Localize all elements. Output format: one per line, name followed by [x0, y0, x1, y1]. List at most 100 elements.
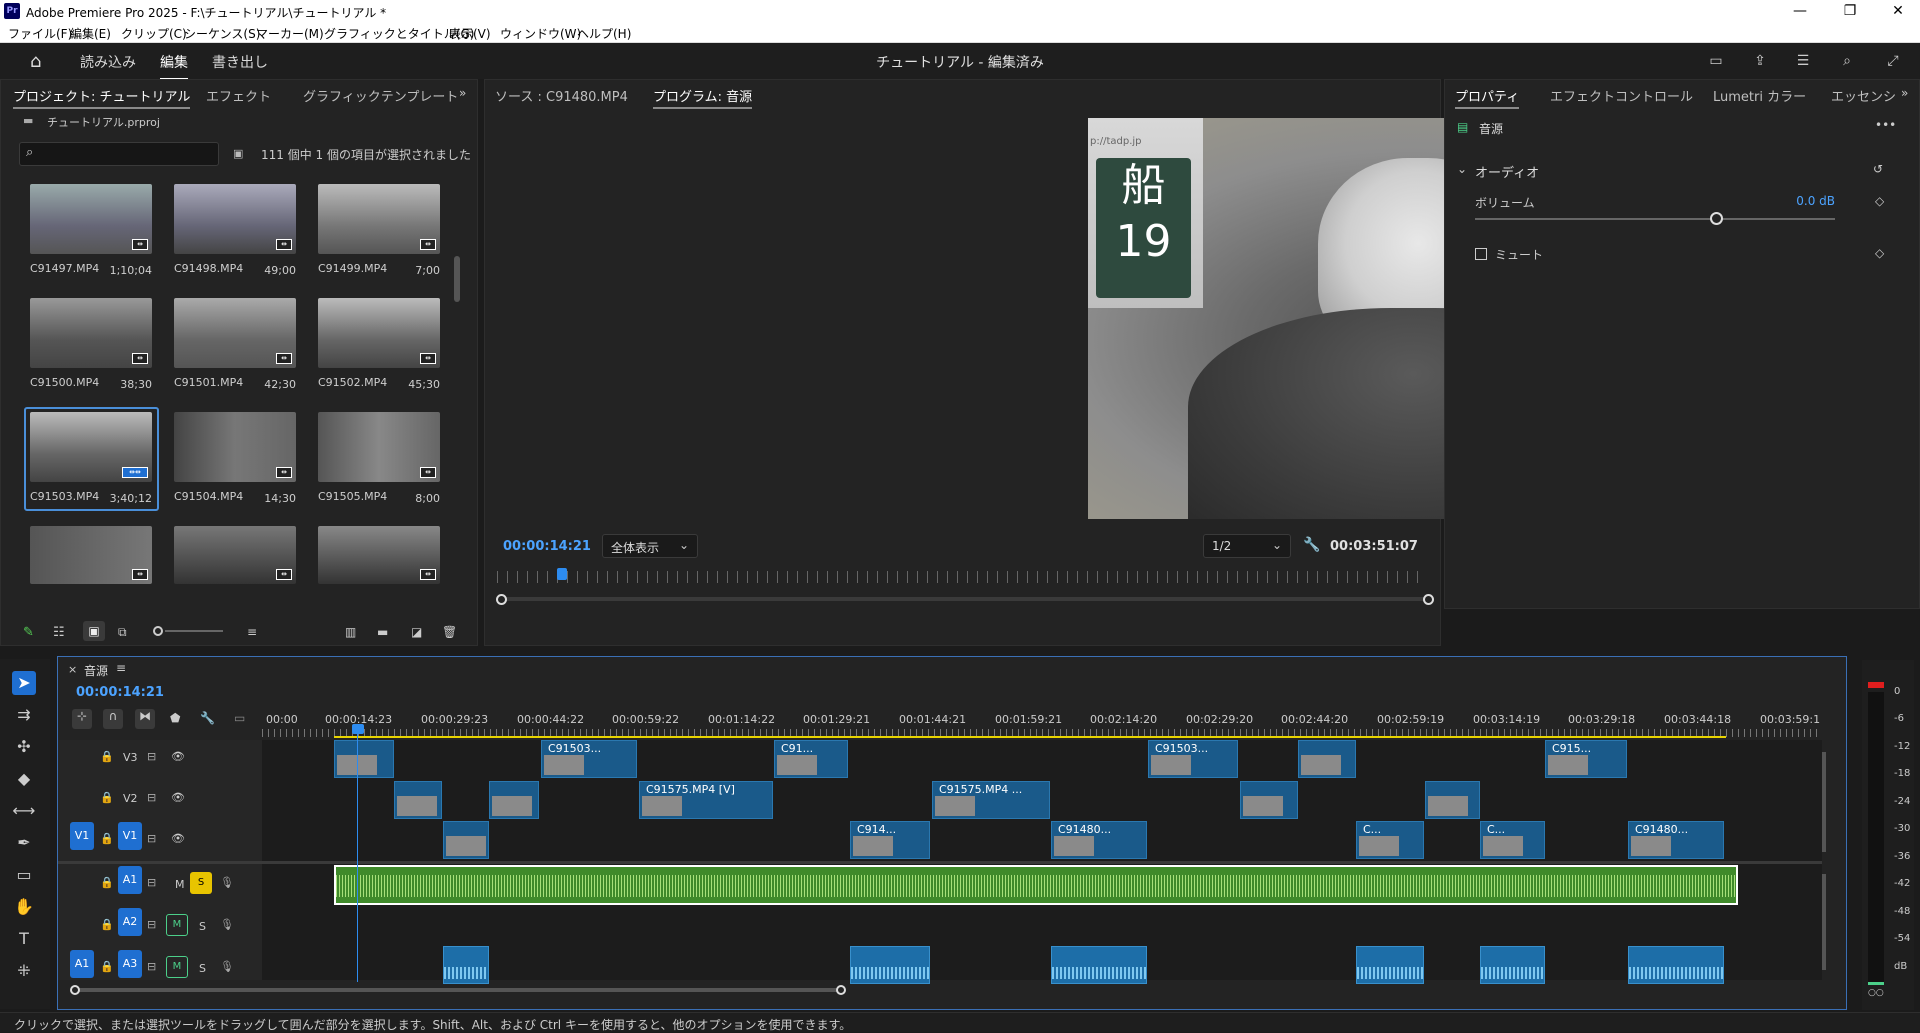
- menu-marker[interactable]: マーカー(M): [256, 25, 324, 42]
- clip-thumb[interactable]: ⇹: [318, 184, 440, 254]
- icon-view-icon[interactable]: ▣: [83, 621, 105, 641]
- lock-icon[interactable]: 🔒: [100, 791, 114, 804]
- timeline-playhead[interactable]: [352, 724, 364, 734]
- panel-menu-icon[interactable]: ≡: [116, 661, 126, 675]
- lock-icon[interactable]: 🔒: [100, 832, 114, 845]
- tab-effects[interactable]: エフェクト: [206, 86, 271, 105]
- video-vscrollbar[interactable]: [1822, 752, 1826, 852]
- more-tabs-icon[interactable]: »: [1901, 86, 1908, 100]
- tab-lumetri-color[interactable]: Lumetri カラー: [1713, 86, 1806, 105]
- eye-icon[interactable]: 👁: [171, 750, 185, 763]
- clip-thumb[interactable]: ⇹: [318, 412, 440, 482]
- clip-thumb[interactable]: ⇹: [30, 298, 152, 368]
- solo-track-button[interactable]: S: [199, 920, 206, 933]
- trash-icon[interactable]: 🗑: [442, 625, 457, 639]
- track-target-a2[interactable]: A2: [118, 908, 142, 936]
- solo-track-button[interactable]: S: [190, 872, 212, 894]
- more-options-icon[interactable]: •••: [1875, 118, 1896, 132]
- automate-icon[interactable]: ▥: [345, 625, 356, 639]
- track-target-a3[interactable]: A3: [118, 950, 142, 978]
- clip-a3[interactable]: [443, 946, 489, 984]
- selection-tool-icon[interactable]: ➤: [12, 671, 36, 695]
- pen-tool-icon[interactable]: ✒: [12, 831, 36, 855]
- clip-v3[interactable]: C91...: [774, 740, 848, 778]
- clip-v2[interactable]: [489, 781, 539, 819]
- menu-clip[interactable]: クリップ(C): [121, 25, 187, 42]
- clip-v1[interactable]: C91480...: [1051, 821, 1147, 859]
- reset-icon[interactable]: ↺: [1873, 162, 1883, 176]
- clip-v3[interactable]: [1298, 740, 1356, 778]
- menu-help[interactable]: ヘルプ(H): [577, 25, 631, 42]
- linked-selection-icon[interactable]: ⧓: [135, 709, 155, 729]
- tab-import[interactable]: 読み込み: [80, 52, 136, 72]
- menu-file[interactable]: ファイル(F): [8, 25, 72, 42]
- program-timecode[interactable]: 00:00:14:21: [503, 539, 591, 554]
- hscroll-handle-right[interactable]: [836, 985, 846, 995]
- keyframe-icon[interactable]: ◇: [1875, 194, 1884, 208]
- clip-thumb[interactable]: ⇹: [30, 184, 152, 254]
- menu-view[interactable]: 表示(V): [449, 25, 491, 42]
- clip-thumb[interactable]: ⇹: [174, 298, 296, 368]
- clip-v1[interactable]: C914...: [850, 821, 930, 859]
- resolution-select[interactable]: 1/2 ⌄: [1203, 534, 1291, 558]
- clip-thumb[interactable]: ⇹: [174, 526, 296, 584]
- minimize-icon[interactable]: —: [1780, 2, 1820, 20]
- clip-v1[interactable]: C...: [1480, 821, 1545, 859]
- clip-thumb[interactable]: ⇹: [174, 184, 296, 254]
- clip-v3[interactable]: C91503...: [541, 740, 637, 778]
- sort-icon[interactable]: ≡: [247, 625, 257, 639]
- program-scroll-track[interactable]: [500, 597, 1430, 601]
- ripple-edit-tool-icon[interactable]: ✣: [12, 735, 36, 759]
- audio-clip-a1-selected[interactable]: [334, 865, 1738, 905]
- scroll-handle-left[interactable]: [496, 594, 507, 605]
- tab-export[interactable]: 書き出し: [212, 52, 268, 72]
- tab-effect-controls[interactable]: エフェクトコントロール: [1550, 86, 1693, 105]
- add-marker-icon[interactable]: ⬟: [170, 711, 180, 725]
- share-icon[interactable]: ⇪: [1751, 53, 1769, 69]
- tab-essential[interactable]: エッセンシ: [1831, 86, 1896, 105]
- menu-window[interactable]: ウィンドウ(W): [500, 25, 581, 42]
- clip-v1[interactable]: [443, 821, 489, 859]
- mute-checkbox[interactable]: [1475, 248, 1487, 260]
- menu-edit[interactable]: 編集(E): [70, 25, 111, 42]
- clip-thumb[interactable]: ⇹: [318, 298, 440, 368]
- clip-v1[interactable]: C...: [1356, 821, 1424, 859]
- panel-layout-icon[interactable]: ▭: [1707, 53, 1725, 69]
- eye-icon[interactable]: 👁: [171, 791, 185, 804]
- keyframe-icon[interactable]: ◇: [1875, 246, 1884, 260]
- clip-v2[interactable]: [1425, 781, 1480, 819]
- clip-thumb[interactable]: ⇹: [30, 526, 152, 584]
- menu-sequence[interactable]: シーケンス(S): [184, 25, 260, 42]
- list-view-icon[interactable]: ☷: [53, 625, 65, 640]
- tab-properties[interactable]: プロパティ: [1455, 86, 1520, 109]
- tab-program-monitor[interactable]: プログラム: 音源: [653, 86, 753, 109]
- captions-icon[interactable]: ▭: [234, 711, 245, 725]
- program-time-ruler[interactable]: [497, 571, 1427, 583]
- timeline-timecode[interactable]: 00:00:14:21: [76, 685, 164, 700]
- wrench-icon[interactable]: 🔧: [1303, 537, 1320, 553]
- lock-icon[interactable]: 🔒: [100, 918, 114, 931]
- type-tool-icon[interactable]: T: [12, 927, 36, 951]
- search-input[interactable]: [44, 145, 214, 163]
- scroll-handle-right[interactable]: [1423, 594, 1434, 605]
- clip-v2[interactable]: C91575.MP4 [V]: [639, 781, 773, 819]
- track-target-a1[interactable]: A1: [118, 866, 142, 894]
- program-playhead[interactable]: [556, 568, 567, 580]
- tab-graphic-templates[interactable]: グラフィックテンプレート: [303, 86, 458, 105]
- clip-a3[interactable]: [1051, 946, 1147, 984]
- new-bin-icon[interactable]: ▬: [377, 625, 388, 639]
- clip-v3[interactable]: [334, 740, 394, 778]
- microphone-icon[interactable]: 🎙: [220, 876, 234, 889]
- sync-lock-icon[interactable]: ⊟: [147, 750, 156, 763]
- zoom-slider-handle[interactable]: [153, 626, 163, 636]
- clip-v1[interactable]: C91480...: [1628, 821, 1724, 859]
- tab-project[interactable]: プロジェクト: チュートリアル: [13, 86, 191, 109]
- snap-icon[interactable]: ∩: [103, 709, 123, 729]
- volume-slider-handle[interactable]: [1710, 212, 1724, 225]
- rectangle-tool-icon[interactable]: ▭: [12, 863, 36, 887]
- track-select-tool-icon[interactable]: ⇉: [12, 703, 36, 727]
- source-patch-v1[interactable]: V1: [70, 822, 94, 850]
- mute-track-button[interactable]: M: [166, 914, 188, 936]
- new-item-icon[interactable]: ◪: [411, 625, 422, 639]
- hand-tool-icon[interactable]: ✋: [12, 895, 36, 919]
